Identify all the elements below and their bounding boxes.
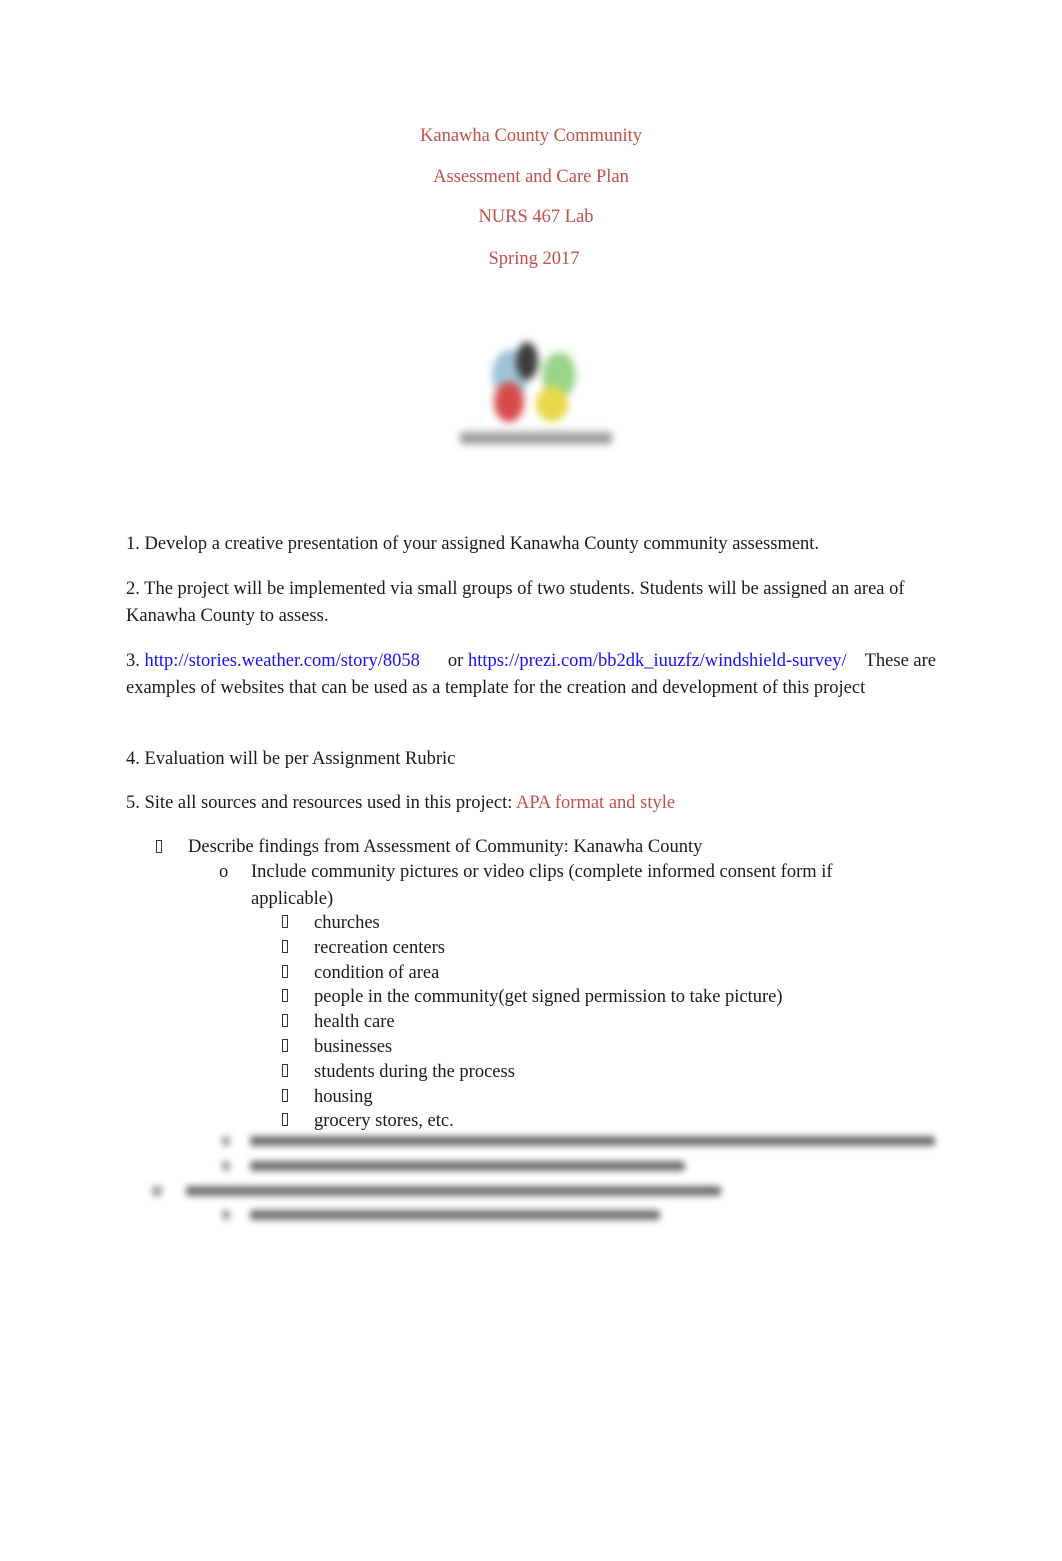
colorful-circles-logo-icon <box>452 330 622 460</box>
term: Spring 2017 <box>488 249 580 269</box>
apa-format-highlight: APA format and style <box>515 793 676 813</box>
item-3-prefix: 3. <box>126 651 145 671</box>
square-bullet-icon <box>282 1059 288 1086</box>
item-3: 3. http://stories.weather.com/story/8058… <box>126 648 936 702</box>
outline-level-3-text: condition of area <box>314 962 440 983</box>
square-bullet-icon <box>282 1084 288 1111</box>
title-line-1: Kanawha County Community <box>420 126 642 146</box>
outline-level-3-text: churches <box>314 913 380 933</box>
blurred-content <box>0 1128 1062 1238</box>
square-bullet-icon <box>282 935 288 962</box>
title-line-2: Assessment and Care Plan <box>433 167 629 187</box>
square-bullet-icon <box>156 834 162 861</box>
square-bullet-icon <box>282 910 288 937</box>
item-4: 4. Evaluation will be per Assignment Rub… <box>126 749 456 769</box>
item-5-prefix: 5. Site all sources and resources used i… <box>126 793 513 813</box>
outline-level-1-text: Describe findings from Assessment of Com… <box>188 837 703 857</box>
item-3-or: or <box>447 651 464 671</box>
square-bullet-icon <box>282 1034 288 1061</box>
item-5: 5. Site all sources and resources used i… <box>126 790 936 817</box>
outline-level-3-text: housing <box>314 1086 373 1107</box>
outline-level-3-text: health care <box>314 1012 395 1033</box>
course-title: NURS 467 Lab <box>478 207 594 227</box>
circle-bullet-icon: o <box>219 862 229 882</box>
weather-story-link[interactable]: http://stories.weather.com/story/8058 <box>145 651 420 671</box>
outline-level-3-text: recreation centers <box>314 937 445 958</box>
outline-level-2-text: Include community pictures or video clip… <box>251 862 833 909</box>
logo-caption <box>460 432 612 444</box>
square-bullet-icon <box>282 984 288 1011</box>
item-1: 1. Develop a creative presentation of yo… <box>126 534 820 554</box>
square-bullet-icon <box>282 960 288 987</box>
prezi-windshield-survey-link[interactable]: https://prezi.com/bb2dk_iuuzfz/windshiel… <box>468 651 847 671</box>
item-2: 2. The project will be implemented via s… <box>126 579 905 626</box>
outline-level-3-text: businesses <box>314 1037 393 1057</box>
outline-level-3-text: people in the community(get signed permi… <box>314 987 783 1008</box>
outline-level-3-text: students during the process <box>314 1061 515 1082</box>
square-bullet-icon <box>282 1009 288 1036</box>
